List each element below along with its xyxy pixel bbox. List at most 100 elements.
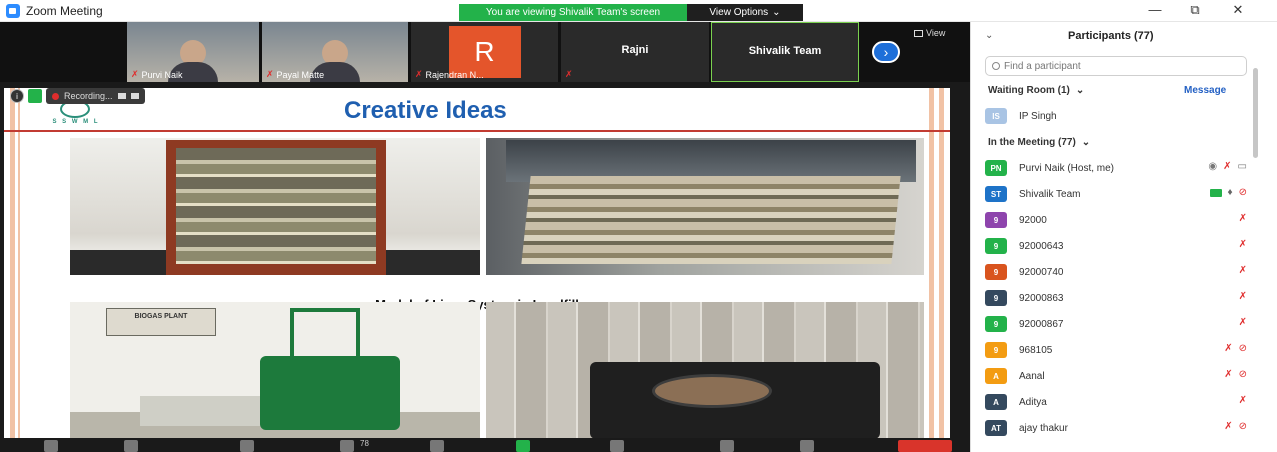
video-button[interactable]	[124, 440, 138, 452]
next-page-button[interactable]: ›	[872, 41, 900, 63]
status-icons: ✗	[1239, 239, 1247, 250]
muted-mic-icon: ✗	[565, 69, 573, 79]
share-screen-button[interactable]	[516, 440, 530, 452]
muted-mic-icon: ✗	[1238, 395, 1247, 406]
chevron-down-icon: ⌄	[1081, 137, 1091, 148]
slide-divider	[4, 130, 950, 132]
shield-icon[interactable]	[28, 89, 42, 103]
record-icon	[52, 92, 59, 100]
participant-name: Shivalik Team	[1019, 188, 1081, 200]
participant-row[interactable]: 9 92000740 ✗	[985, 262, 1247, 282]
participant-row[interactable]: A Aanal ✗ ⊘	[985, 366, 1247, 386]
status-icons: ✗	[1239, 265, 1247, 276]
status-icons: ✗ ⊘	[1224, 343, 1247, 354]
message-link[interactable]: Message	[1184, 85, 1226, 96]
view-label: View	[926, 28, 946, 38]
video-tile-active[interactable]: Shivalik Team	[711, 22, 859, 82]
liner-model-photo	[70, 138, 480, 275]
info-icon[interactable]: i	[10, 89, 24, 103]
participant-row[interactable]: IS IP Singh	[985, 106, 1247, 126]
collapse-chevron-icon[interactable]: ⌄	[985, 30, 993, 41]
tile-name: Shivalik Team	[748, 45, 822, 57]
view-options-button[interactable]: View Options ⌄	[687, 4, 803, 21]
participant-row[interactable]: PN Purvi Naik (Host, me) ◉ ✗ ▭	[985, 158, 1247, 178]
participant-row[interactable]: A Aditya ✗	[985, 392, 1247, 412]
slide-border	[18, 88, 20, 452]
search-icon	[992, 62, 1000, 70]
video-tile[interactable]: ✗ Purvi Naik	[127, 22, 259, 82]
avatar: A	[985, 368, 1007, 384]
participant-row[interactable]: 9 92000 ✗	[985, 210, 1247, 230]
close-button[interactable]: ✕	[1223, 2, 1253, 18]
status-icons: ✗	[1239, 291, 1247, 302]
meeting-stage: ✗ Purvi Naik ✗ Payal Matte R ✗ Rajendran N.…	[0, 22, 970, 452]
scrollbar[interactable]	[1253, 68, 1258, 158]
video-tile[interactable]: Rajni ✗	[561, 22, 709, 82]
biogas-stove-photo	[486, 302, 924, 439]
view-grid-icon	[914, 29, 923, 37]
eye-icon: ◉	[1208, 161, 1218, 172]
participant-row[interactable]: 9 968105 ✗ ⊘	[985, 340, 1247, 360]
participant-row[interactable]: 9 92000643 ✗	[985, 236, 1247, 256]
status-icons: ✗	[1239, 395, 1247, 406]
next-arrow-icon: ›	[883, 44, 889, 60]
video-tile[interactable]: R ✗ Rajendran N...	[411, 22, 558, 82]
share-banner: You are viewing Shivalik Team's screen V…	[459, 4, 803, 21]
biogas-pipe	[290, 308, 360, 358]
minimize-button[interactable]: —	[1140, 2, 1170, 17]
in-meeting-header[interactable]: In the Meeting (77) ⌄	[988, 137, 1090, 148]
slide-logo: S S W M L	[42, 100, 110, 128]
chevron-down-icon: ⌄	[1075, 85, 1085, 96]
view-button[interactable]: View	[914, 28, 945, 38]
video-tile[interactable]: ✗ Payal Matte	[262, 22, 408, 82]
window-title: Zoom Meeting	[26, 4, 103, 18]
participant-name: 92000863	[1019, 292, 1064, 304]
avatar: 9	[985, 290, 1007, 306]
mic-icon: ♦	[1227, 187, 1233, 198]
participant-row[interactable]: AT ajay thakur ✗ ⊘	[985, 418, 1247, 438]
tile-name: Rajni	[621, 44, 649, 56]
status-icons: ✗	[1239, 213, 1247, 224]
security-button[interactable]	[240, 440, 254, 452]
participants-button[interactable]	[340, 440, 354, 452]
gallery-strip: ✗ Purvi Naik ✗ Payal Matte R ✗ Rajendran N.…	[0, 22, 970, 82]
waiting-room-header[interactable]: Waiting Room (1) ⌄	[988, 85, 1084, 96]
avatar: IS	[985, 108, 1007, 124]
avatar: 9	[985, 316, 1007, 332]
participants-count: 78	[360, 439, 369, 448]
chat-button[interactable]	[430, 440, 444, 452]
recording-bar: i Recording...	[10, 88, 145, 104]
muted-mic-icon: ✗	[1224, 369, 1233, 380]
record-button[interactable]	[610, 440, 624, 452]
slide-border	[10, 88, 15, 452]
avatar: PN	[985, 160, 1007, 176]
participant-name: IP Singh	[1019, 110, 1057, 122]
muted-mic-icon: ✗	[1223, 161, 1232, 172]
stop-icon[interactable]	[130, 93, 139, 99]
video-off-icon: ⊘	[1238, 369, 1247, 380]
participant-row[interactable]: 9 92000867 ✗	[985, 314, 1247, 334]
pause-icon[interactable]	[117, 93, 126, 99]
video-off-icon: ⊘	[1238, 187, 1247, 198]
leave-button[interactable]	[898, 440, 952, 452]
more-button[interactable]	[800, 440, 814, 452]
participant-name: ajay thakur	[1019, 422, 1068, 434]
participant-row[interactable]: 9 92000863 ✗	[985, 288, 1247, 308]
avatar: 9	[985, 342, 1007, 358]
participant-row[interactable]: ST Shivalik Team ♦ ⊘	[985, 184, 1247, 204]
participant-name: 92000	[1019, 214, 1047, 226]
biogas-sign: BIOGAS PLANT	[106, 308, 216, 336]
tile-name: ✗ Rajendran N...	[415, 69, 484, 80]
reactions-button[interactable]	[720, 440, 734, 452]
participant-name: 92000643	[1019, 240, 1064, 252]
search-input[interactable]	[1004, 60, 1224, 72]
mute-button[interactable]	[44, 440, 58, 452]
meeting-toolbar: 78	[0, 438, 970, 452]
video-off-icon: ⊘	[1238, 421, 1247, 432]
liner-layers	[176, 148, 376, 264]
participant-name: 92000867	[1019, 318, 1064, 330]
maximize-button[interactable]: ⧉	[1180, 2, 1210, 18]
participant-search[interactable]	[985, 56, 1247, 76]
participant-name: 92000740	[1019, 266, 1064, 278]
biogas-drum	[260, 356, 400, 430]
